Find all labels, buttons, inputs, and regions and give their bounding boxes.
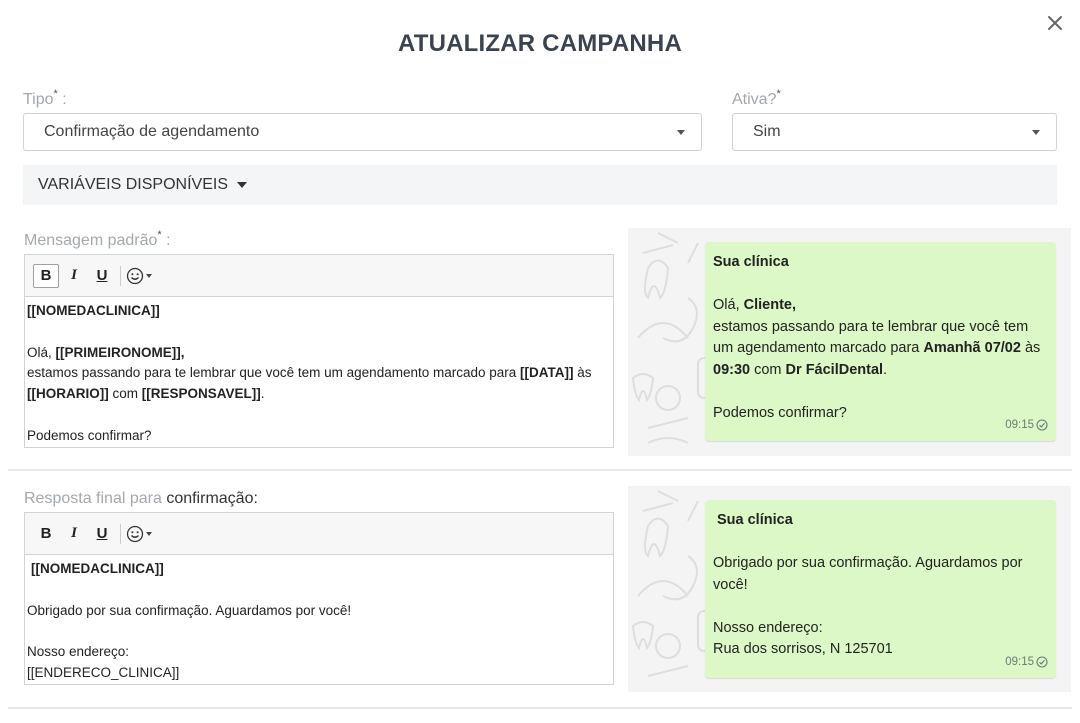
final-response-label: Resposta final para confirmação: xyxy=(24,490,258,508)
final-response-label-muted: Resposta final para xyxy=(24,490,167,507)
var-data: [[DATA]] xyxy=(520,365,574,381)
var-nomedaclinica: [[NOMEDACLINICA]] xyxy=(31,561,164,576)
preview-text: às xyxy=(1020,340,1041,356)
caret-down-icon xyxy=(236,182,247,188)
ativa-select[interactable]: Sim xyxy=(732,113,1057,151)
default-message-label-colon: : xyxy=(161,232,171,249)
preview-text: com xyxy=(750,361,786,378)
ativa-select-value: Sim xyxy=(753,123,781,140)
editor-text: . xyxy=(260,386,265,402)
section-divider xyxy=(8,469,1072,471)
editor-text: Nosso endereço: xyxy=(27,644,130,660)
message-time-text: 09:15 xyxy=(1005,418,1034,431)
italic-button[interactable]: I xyxy=(61,264,87,288)
var-primeironome: [[PRIMEIRONOME]], xyxy=(55,344,185,360)
preview-address: Rua dos sorrisos, N 125701 xyxy=(713,641,893,657)
final-response-editor[interactable]: B I U [[NOMEDACLINICA]] Obrigado por sua… xyxy=(24,512,614,685)
variables-toggle[interactable]: VARIÁVEIS DISPONÍVEIS xyxy=(23,165,1057,205)
default-message-text[interactable]: [[NOMEDACLINICA]] Olá, [[PRIMEIRONOME]],… xyxy=(25,297,613,451)
preview-text: um agendamento marcado para xyxy=(713,340,924,356)
default-message-label-text: Mensagem padrão xyxy=(24,232,158,249)
default-message-label: Mensagem padrão* : xyxy=(24,229,171,250)
var-horario: [[HORARIO]] xyxy=(27,386,109,402)
preview-sender: Sua clínica xyxy=(717,512,793,528)
editor-toolbar: B I U xyxy=(25,513,613,555)
emoji-icon xyxy=(126,525,144,542)
tipo-label: Tipo* : xyxy=(23,88,67,109)
chevron-down-icon xyxy=(1032,129,1040,135)
chevron-down-icon xyxy=(146,273,152,278)
variables-toggle-label: VARIÁVEIS DISPONÍVEIS xyxy=(38,176,228,193)
preview-text: Podemos confirmar? xyxy=(713,404,847,421)
default-message-editor[interactable]: B I U [[NOMEDACLINICA]] Olá, [[PRIMEIRON… xyxy=(24,254,614,448)
final-response-text[interactable]: [[NOMEDACLINICA]] Obrigado por sua confi… xyxy=(25,555,613,688)
bold-button[interactable]: B xyxy=(33,522,59,546)
preview-date: Amanhã 07/02 xyxy=(923,340,1021,356)
chevron-down-icon xyxy=(677,129,685,135)
ativa-label-text: Ativa? xyxy=(732,91,777,108)
underline-button[interactable]: U xyxy=(89,522,115,546)
var-nomedaclinica: [[NOMEDACLINICA]] xyxy=(27,303,160,318)
check-circle-icon xyxy=(1036,656,1048,668)
required-mark: * xyxy=(776,88,781,100)
message-time: 09:15 xyxy=(1005,415,1048,437)
editor-text: Obrigado por sua confirmação. Aguardamos… xyxy=(27,602,352,618)
editor-text: às xyxy=(573,365,592,381)
preview-responsible: Dr FácilDental xyxy=(785,361,884,378)
required-mark: * xyxy=(157,229,162,241)
tipo-label-text: Tipo xyxy=(23,91,54,108)
message-preview-bubble: Sua clínica Olá, Cliente, estamos passan… xyxy=(705,242,1056,441)
tipo-label-colon: : xyxy=(57,91,67,108)
italic-button[interactable]: I xyxy=(61,522,87,546)
emoji-button[interactable] xyxy=(126,267,152,285)
editor-text: com xyxy=(108,386,142,402)
var-responsavel: [[RESPONSAVEL]] xyxy=(141,386,261,402)
var-endereco-clinica: [[ENDERECO_CLINICA]] xyxy=(27,664,180,680)
toolbar-separator xyxy=(120,265,121,286)
preview-text: você! xyxy=(713,576,748,593)
editor-text: Olá, xyxy=(27,344,56,360)
preview-hour: 09:30 xyxy=(713,361,751,378)
emoji-icon xyxy=(126,267,144,284)
preview-name: Cliente, xyxy=(743,297,796,313)
editor-text: Podemos confirmar? xyxy=(27,427,152,443)
tipo-select[interactable]: Confirmação de agendamento xyxy=(23,113,702,151)
section-divider xyxy=(8,707,1072,709)
ativa-label: Ativa?* xyxy=(732,88,781,109)
check-circle-icon xyxy=(1036,419,1048,431)
bold-button[interactable]: B xyxy=(33,263,59,288)
preview-text: Nosso endereço: xyxy=(713,619,823,636)
toolbar-separator xyxy=(120,523,121,544)
emoji-button[interactable] xyxy=(126,525,152,543)
tipo-select-value: Confirmação de agendamento xyxy=(44,123,260,140)
message-time: 09:15 xyxy=(1005,652,1048,674)
editor-text: estamos passando para te lembrar que voc… xyxy=(27,365,521,381)
message-time-text: 09:15 xyxy=(1005,655,1034,668)
modal-title: ATUALIZAR CAMPANHA xyxy=(397,30,682,57)
preview-text: Obrigado por sua confirmação. Aguardamos… xyxy=(713,555,1023,571)
underline-button[interactable]: U xyxy=(89,264,115,288)
preview-text: . xyxy=(883,361,888,378)
required-mark: * xyxy=(53,88,58,100)
preview-text: estamos passando para te lembrar que voc… xyxy=(713,318,1029,335)
chevron-down-icon xyxy=(146,531,152,536)
preview-sender: Sua clínica xyxy=(713,254,789,270)
editor-toolbar: B I U xyxy=(25,255,613,297)
response-preview-bubble: Sua clínica Obrigado por sua confirmação… xyxy=(705,500,1056,678)
final-response-label-strong: confirmação: xyxy=(166,490,258,507)
preview-text: Olá, xyxy=(713,297,744,313)
